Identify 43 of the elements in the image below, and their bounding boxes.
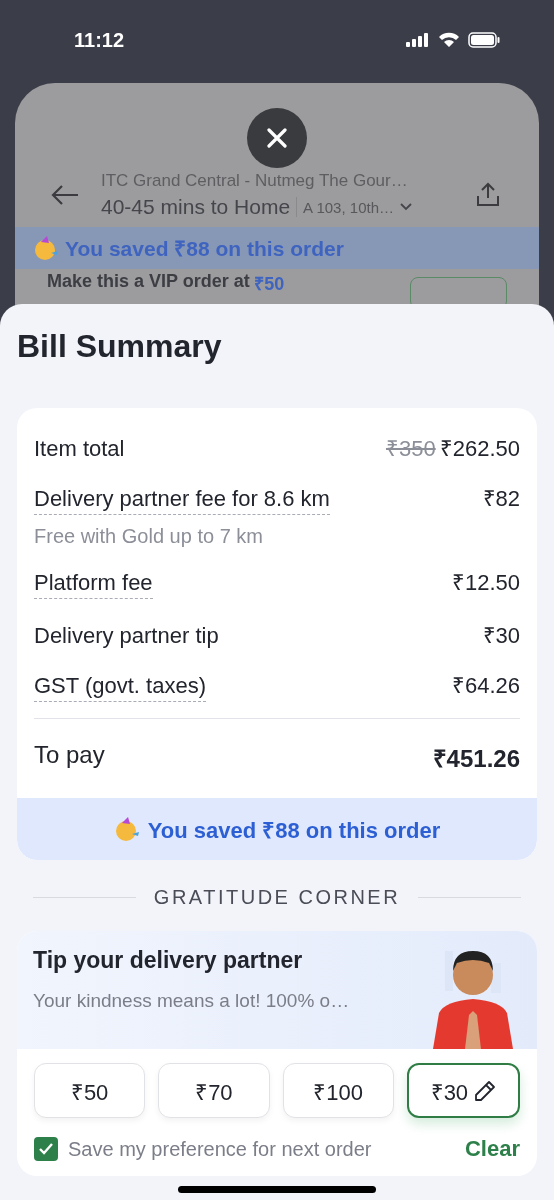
savings-message: You saved ₹88 on this order xyxy=(147,817,441,844)
tip-title: Tip your delivery partner xyxy=(33,947,304,974)
bill-row-value: ₹12.50 xyxy=(451,569,520,596)
vip-prompt: Make this a VIP order at xyxy=(47,271,250,292)
total-value: ₹451.26 xyxy=(432,744,520,774)
pencil-icon xyxy=(474,1079,497,1102)
back-arrow-icon[interactable] xyxy=(51,185,79,205)
tip-subtitle: Your kindness means a lot! 100% o… xyxy=(33,990,351,1012)
original-price: ₹350 xyxy=(386,435,436,462)
bill-row-label[interactable]: Delivery partner fee for 8.6 km xyxy=(34,486,330,515)
tip-option[interactable]: ₹50 xyxy=(34,1063,146,1118)
bill-row-label[interactable]: GST (govt. taxes) xyxy=(34,673,206,702)
bill-row-value: ₹64.26 xyxy=(451,672,520,699)
section-heading: GRATITUDE CORNER xyxy=(153,886,401,909)
restaurant-name: ITC Grand Central - Nutmeg The Gour… xyxy=(101,171,409,191)
clear-link[interactable]: Clear xyxy=(464,1136,520,1162)
chevron-down-icon[interactable] xyxy=(400,203,412,211)
checkbox[interactable] xyxy=(34,1137,58,1161)
bill-row-note: Free with Gold up to 7 km xyxy=(34,525,264,548)
bill-row-value: ₹262.50 xyxy=(439,435,520,462)
savings-text: You saved ₹88 on this order xyxy=(65,236,344,262)
bill-row-value: ₹82 xyxy=(482,485,520,512)
checkmark-icon xyxy=(38,1141,54,1157)
battery-icon xyxy=(468,32,500,48)
delivery-eta: 40-45 mins to Home xyxy=(101,195,291,219)
vip-price: ₹50 xyxy=(254,273,285,295)
bill-row-label: Delivery partner tip xyxy=(34,623,219,649)
tip-option[interactable]: ₹70 xyxy=(158,1063,270,1118)
share-icon[interactable] xyxy=(475,182,501,208)
save-preference-label: Save my preference for next order xyxy=(68,1137,372,1161)
signal-icon xyxy=(406,33,430,47)
sheet-title: Bill Summary xyxy=(17,327,223,366)
close-icon xyxy=(267,128,287,148)
bill-row-label[interactable]: Platform fee xyxy=(34,570,153,599)
party-face-icon xyxy=(113,816,140,842)
wifi-icon xyxy=(438,32,460,48)
bill-row-value: ₹30 xyxy=(482,622,520,649)
tip-option[interactable]: ₹30 xyxy=(406,1063,520,1118)
party-face-icon xyxy=(33,235,59,261)
tip-option[interactable]: ₹100 xyxy=(282,1063,394,1118)
total-label: To pay xyxy=(34,741,105,770)
status-time: 11:12 xyxy=(74,28,125,52)
bill-row-label: Item total xyxy=(34,436,125,462)
